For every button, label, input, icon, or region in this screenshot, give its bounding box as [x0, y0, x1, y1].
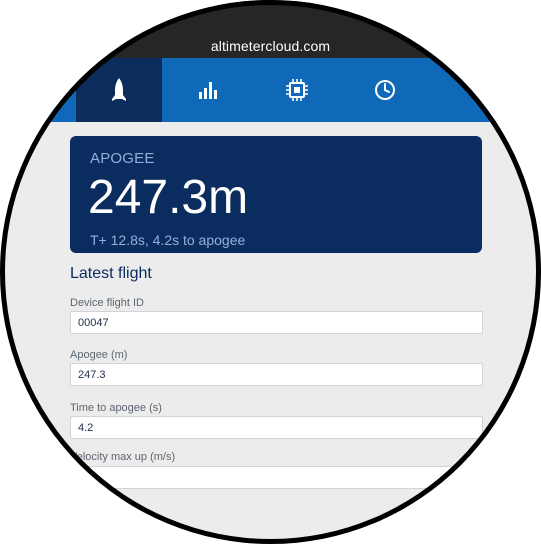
clock-icon	[374, 79, 396, 101]
screenshot-stage: altimetercloud.com APOGEE 247.3m T+ 12.8…	[0, 0, 541, 544]
tab-chart[interactable]	[165, 58, 251, 122]
rocket-icon	[112, 78, 126, 102]
bar-chart-icon	[199, 81, 217, 99]
velocity-max-up-field[interactable]	[70, 466, 483, 489]
url-text[interactable]: altimetercloud.com	[0, 38, 541, 54]
device-flight-id-label: Device flight ID	[70, 297, 144, 309]
browser-url-bar[interactable]: altimetercloud.com	[0, 0, 541, 58]
time-to-apogee-field[interactable]	[70, 416, 483, 439]
magnifier-view: altimetercloud.com APOGEE 247.3m T+ 12.8…	[0, 0, 541, 544]
apogee-value: 247.3m	[88, 171, 249, 224]
tab-history[interactable]	[342, 58, 428, 122]
apogee-subtitle: T+ 12.8s, 4.2s to apogee	[90, 232, 246, 248]
main-content: APOGEE 247.3m T+ 12.8s, 4.2s to apogee L…	[0, 122, 541, 544]
apogee-m-field[interactable]	[70, 363, 483, 386]
apogee-label: APOGEE	[90, 150, 155, 167]
time-to-apogee-label: Time to apogee (s)	[70, 402, 162, 414]
apogee-m-label: Apogee (m)	[70, 349, 128, 361]
latest-flight-title: Latest flight	[70, 265, 152, 282]
nav-bar	[0, 58, 541, 122]
velocity-max-up-label: Velocity max up (m/s)	[70, 451, 176, 463]
tab-device[interactable]	[254, 58, 340, 122]
apogee-card: APOGEE 247.3m T+ 12.8s, 4.2s to apogee	[70, 136, 482, 253]
tab-rocket[interactable]	[76, 58, 162, 122]
device-flight-id-field[interactable]	[70, 311, 483, 334]
chip-icon	[286, 79, 308, 101]
